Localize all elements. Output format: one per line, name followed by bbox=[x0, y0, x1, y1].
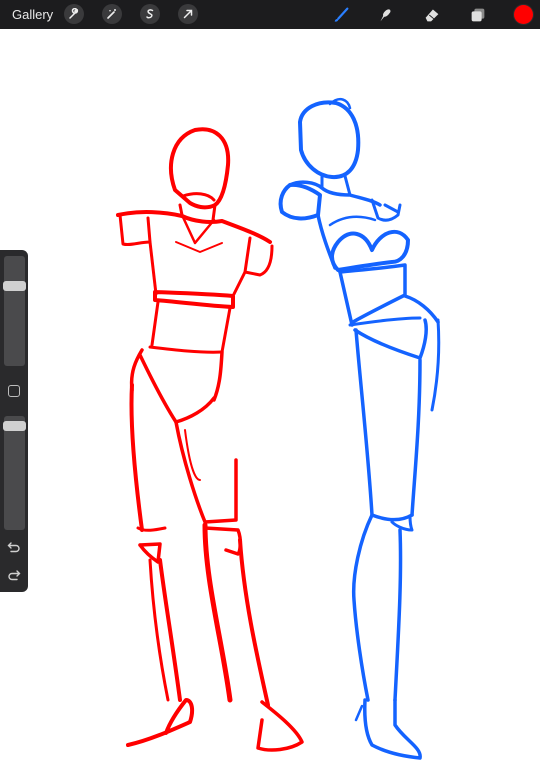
blue-figure-sketch bbox=[278, 97, 441, 760]
actions-wrench-icon[interactable] bbox=[64, 4, 84, 24]
red-figure-sketch bbox=[116, 127, 304, 752]
smudge-icon[interactable] bbox=[374, 4, 396, 26]
selection-icon[interactable] bbox=[140, 4, 160, 24]
layers-icon[interactable] bbox=[467, 4, 489, 26]
color-swatch-button[interactable] bbox=[514, 5, 533, 24]
brush-icon[interactable] bbox=[330, 4, 352, 26]
eraser-icon[interactable] bbox=[421, 4, 443, 26]
gallery-button[interactable]: Gallery bbox=[12, 7, 53, 22]
adjustments-magic-wand-icon[interactable] bbox=[102, 4, 122, 24]
drawing-canvas[interactable] bbox=[0, 29, 540, 777]
top-toolbar: Gallery bbox=[0, 0, 540, 29]
transform-arrow-icon[interactable] bbox=[178, 4, 198, 24]
